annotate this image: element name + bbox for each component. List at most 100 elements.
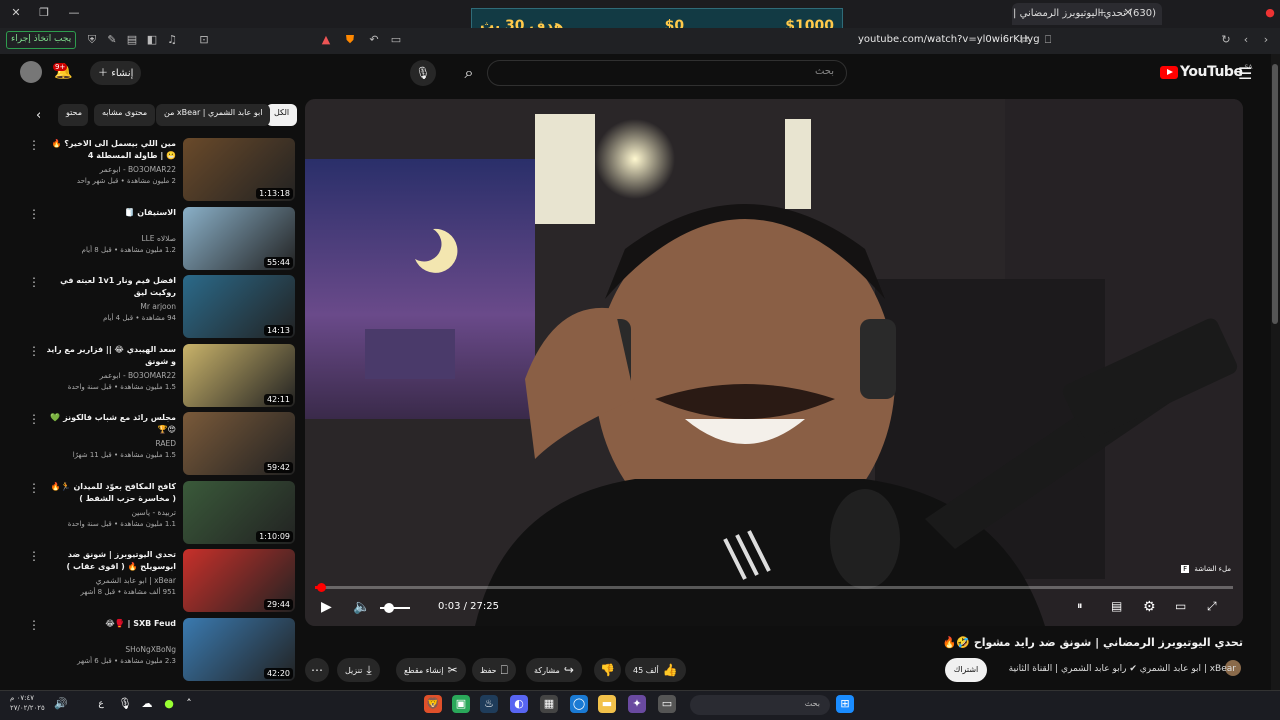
list-item[interactable]: 29:44 تحدي اليوتيوبرز | شونق ضد ابوسويلح … xyxy=(0,549,298,615)
tab-close-icon[interactable]: ✕ xyxy=(1120,6,1136,19)
video-channel[interactable]: صلالاه LLE xyxy=(46,234,176,243)
avatar[interactable] xyxy=(20,61,42,83)
save-button[interactable]: حفظ ⎕ xyxy=(472,658,516,682)
cast-icon[interactable]: ▭ xyxy=(388,33,404,49)
volume-knob[interactable] xyxy=(384,603,394,613)
more-vertical-icon[interactable]: ⋮ xyxy=(28,549,40,563)
channel-name[interactable]: xBear | ابو عابد الشمري ✔ رابو عابد الشم… xyxy=(1009,664,1236,674)
video-thumbnail[interactable]: 1:13:18 xyxy=(183,138,295,201)
share-button[interactable]: مشاركة ↪ xyxy=(526,658,582,682)
video-thumbnail[interactable]: 59:42 xyxy=(183,412,295,475)
video-channel[interactable]: BO3OMAR22 - ابوعمر xyxy=(46,371,176,380)
video-thumbnail[interactable]: 55:44 xyxy=(183,206,295,270)
action-required-button[interactable]: يجب اتخاذ إجراء xyxy=(6,31,77,49)
browser-tab-active[interactable]: (630) تحدي اليوتيوبرز الرمضاني | ﺷ xyxy=(1012,3,1162,25)
scrollbar-thumb[interactable] xyxy=(1272,64,1278,324)
bookmark-icon[interactable]: ⎕ xyxy=(1040,33,1056,49)
download-button[interactable]: تنزيل ⤓ xyxy=(337,658,380,682)
extension-icon[interactable]: ✎ xyxy=(104,33,120,49)
list-item[interactable]: 1:13:18 مين اللي بيسمل الى الاخير؟ 🔥😬 | ط… xyxy=(0,138,298,204)
list-item[interactable]: 1:10:09 كافح المكافح بعوّد للميدان 🏃🔥 ( م… xyxy=(0,480,298,547)
video-title-text[interactable]: سعد الهيبدي 😂 || فزارير مع رايد و شونق xyxy=(46,344,176,368)
brave-shields-icon[interactable]: ⛊ xyxy=(342,33,358,49)
volume-icon[interactable]: 🔈 xyxy=(353,599,370,615)
video-title-text[interactable]: افضل فيم ونار 1v1 لعبته في روكيت ليق xyxy=(46,275,176,299)
dislike-button[interactable]: 👎 xyxy=(594,658,621,682)
video-channel[interactable]: xBear | ابو عابد الشمري xyxy=(46,576,176,585)
progress-bar[interactable] xyxy=(315,583,1233,592)
reload-icon[interactable]: ↻ xyxy=(1218,33,1234,49)
app2-taskbar-icon[interactable]: ✦ xyxy=(628,695,646,713)
taskbar-search-input[interactable]: بحث xyxy=(690,695,830,715)
create-button[interactable]: ＋ إنشاء xyxy=(90,61,142,85)
chip-all[interactable]: الكل xyxy=(266,104,298,126)
fullscreen-icon[interactable]: ⤢ xyxy=(1207,599,1217,614)
video-title-text[interactable]: مين اللي بيسمل الى الاخير؟ 🔥😬 | طاولة ال… xyxy=(46,138,176,162)
address-bar[interactable]: youtube.com/watch?v=yl0wi6rKHyg xyxy=(858,34,1040,45)
video-title-text[interactable]: كافح المكافح بعوّد للميدان 🏃🔥 ( مخاسرة ح… xyxy=(46,481,176,505)
windows-start-icon[interactable]: ⊞ xyxy=(836,695,854,713)
subscribe-button[interactable]: اشتراك xyxy=(945,658,987,682)
taskbar-clock[interactable]: ٠٧:٤٧ م ٢٧/٠٢/٢٠٢٥ xyxy=(10,693,45,713)
list-item[interactable]: 14:13 افضل فيم ونار 1v1 لعبته في روكيت لي… xyxy=(0,275,298,341)
steam-taskbar-icon[interactable]: ♨ xyxy=(480,695,498,713)
input-language[interactable]: ع xyxy=(92,695,110,713)
clip-button[interactable]: إنشاء مقطع ✂ xyxy=(396,658,466,682)
tray-app-icon[interactable]: ● xyxy=(160,695,178,713)
minimize-window-icon[interactable]: — xyxy=(66,6,82,19)
like-button[interactable]: 45 ألف 👍 xyxy=(625,658,686,682)
more-vertical-icon[interactable]: ⋮ xyxy=(28,618,40,632)
sidebar-icon[interactable]: ◧ xyxy=(144,33,160,49)
video-thumbnail[interactable]: 42:11 xyxy=(183,343,295,407)
more-actions-button[interactable]: ⋯ xyxy=(305,658,329,682)
search-icon[interactable]: ⌕ xyxy=(454,60,484,86)
more-vertical-icon[interactable]: ⋮ xyxy=(28,481,40,495)
search-input[interactable]: بحث xyxy=(487,60,847,86)
video-channel[interactable]: BO3OMAR22 - ابوعمر xyxy=(46,165,176,174)
video-channel[interactable]: RAED xyxy=(46,439,176,448)
back-icon[interactable]: › xyxy=(1258,33,1274,49)
video-title-text[interactable]: تحدي اليوتيوبرز | شونق ضد ابوسويلح 🔥 ( ا… xyxy=(46,549,176,573)
hamburger-menu-icon[interactable]: ☰ xyxy=(1238,64,1252,83)
microphone-tray-icon[interactable]: 🎙 xyxy=(116,695,134,713)
more-vertical-icon[interactable]: ⋮ xyxy=(28,275,40,289)
maximize-window-icon[interactable]: ❐ xyxy=(36,6,52,19)
screenshot-icon[interactable]: ⊡ xyxy=(196,33,212,49)
share-page-icon[interactable]: ↶ xyxy=(366,33,382,49)
more-vertical-icon[interactable]: ⋮ xyxy=(28,138,40,152)
brave-taskbar-icon[interactable]: 🦁 xyxy=(424,695,442,713)
video-thumbnail[interactable]: 1:10:09 xyxy=(183,480,295,544)
video-player[interactable]: ملء الشاشة F ▶ 🔈 0:03 / 27:25 ⏸ ▤ ⚙ ▭ ⤢ xyxy=(305,99,1243,626)
video-channel[interactable]: Mr arjoon xyxy=(46,302,176,311)
tray-overflow-icon[interactable]: ˄ xyxy=(180,695,198,713)
task-view-icon[interactable]: ▭ xyxy=(658,695,676,713)
list-item[interactable]: 42:20 SXB Feud | 🥊😂 SHoNgXBoNg 2.3 مليون مش… xyxy=(0,617,298,684)
play-icon[interactable]: ▶ xyxy=(321,599,332,615)
list-item[interactable]: 59:42 مجلس رائد مع شباب فالكونز 💚😍🏆 RAED 1.… xyxy=(0,412,298,478)
app-taskbar-icon[interactable]: ▣ xyxy=(452,695,470,713)
video-title-text[interactable]: SXB Feud | 🥊😂 xyxy=(46,618,176,630)
brave-rewards-icon[interactable]: ▲ xyxy=(318,33,334,49)
new-tab-icon[interactable]: + xyxy=(1094,6,1110,19)
subtitles-icon[interactable]: ▤ xyxy=(1111,599,1122,613)
more-vertical-icon[interactable]: ⋮ xyxy=(28,207,40,221)
settings-gear-icon[interactable]: ⚙ xyxy=(1143,599,1156,615)
close-window-icon[interactable]: ✕ xyxy=(8,6,24,19)
cloud-tray-icon[interactable]: ☁ xyxy=(138,695,156,713)
progress-scrubber[interactable] xyxy=(317,583,326,592)
brave-menu-icon[interactable]: ● xyxy=(1262,6,1278,19)
video-title-text[interactable]: مجلس رائد مع شباب فالكونز 💚😍🏆 xyxy=(46,412,176,436)
site-settings-icon[interactable]: ⇄ xyxy=(1016,33,1032,49)
video-channel[interactable]: SHoNgXBoNg xyxy=(46,645,176,654)
forward-icon[interactable]: ‹ xyxy=(1238,33,1254,49)
file-explorer-icon[interactable]: ▬ xyxy=(598,695,616,713)
chip-from-channel[interactable]: من xBear | ابو عابد الشمري xyxy=(156,104,271,126)
more-vertical-icon[interactable]: ⋮ xyxy=(28,412,40,426)
video-thumbnail[interactable]: 14:13 xyxy=(183,275,295,338)
list-item[interactable]: 42:11 سعد الهيبدي 😂 || فزارير مع رايد و ش… xyxy=(0,343,298,410)
wallet-icon[interactable]: ▤ xyxy=(124,33,140,49)
chip-similar[interactable]: محتوى مشابه xyxy=(94,104,156,126)
discord-taskbar-icon[interactable]: ◐ xyxy=(510,695,528,713)
video-thumbnail[interactable]: 42:20 xyxy=(183,617,295,681)
edge-taskbar-icon[interactable]: ◯ xyxy=(570,695,588,713)
